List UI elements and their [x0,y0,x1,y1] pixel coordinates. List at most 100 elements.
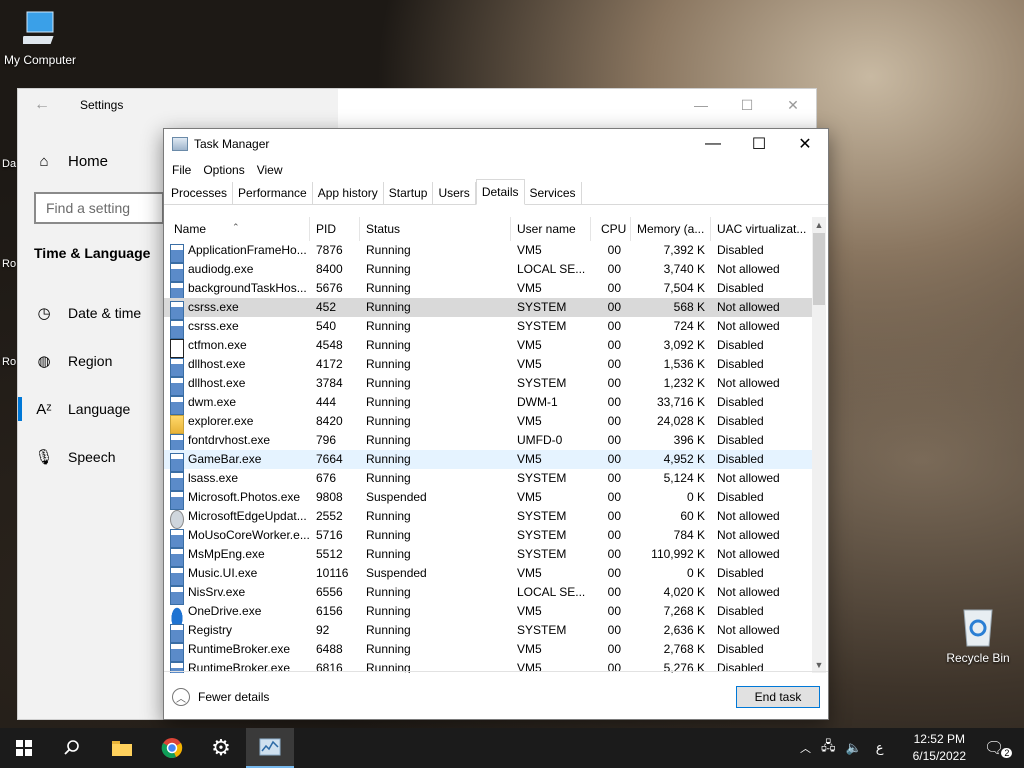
table-row[interactable]: explorer.exe 8420 Running VM5 00 24,028 K Disa… [164,412,814,434]
tab-startup[interactable]: Startup [383,182,434,204]
tab-app-history[interactable]: App history [312,182,384,204]
tab-services[interactable]: Services [524,182,582,204]
column-header-pid[interactable]: PID [310,217,360,241]
cell-name: Microsoft.Photos.exe [188,490,301,504]
cell-uac: Not allowed [717,547,780,561]
table-row[interactable]: audiodg.exe 8400 Running LOCAL SE... 00 3,740… [164,260,814,282]
cell-pid: 676 [316,471,337,485]
column-header-user-name[interactable]: User name [511,217,591,241]
network-icon[interactable]: 🖧 [821,737,836,759]
table-row[interactable]: dwm.exe 444 Running DWM-1 00 33,716 K Disabled [164,393,814,415]
menu-view[interactable]: View [251,163,289,177]
tab-users[interactable]: Users [433,182,476,204]
cell-user: SYSTEM [517,471,567,485]
vertical-scrollbar[interactable]: ▲ ▼ [812,217,826,673]
chrome-icon [161,738,183,758]
details-grid: ⌃ Name PID Status User name CPU Memory (a… [164,217,828,673]
table-row[interactable]: Registry 92 Running SYSTEM 00 2,636 K Not allo… [164,621,814,643]
table-row[interactable]: ApplicationFrameHo... 7876 Running VM5 00 7,3… [164,241,814,263]
scrollbar-thumb[interactable] [813,233,825,305]
tab-performance[interactable]: Performance [233,182,313,204]
tab-processes[interactable]: Processes [166,182,234,204]
settings-nav-language[interactable]: Aᶻ Language [34,399,130,419]
cell-pid: 10116 [316,566,349,580]
back-arrow-icon[interactable]: ← [18,96,66,114]
table-row[interactable]: csrss.exe 540 Running SYSTEM 00 724 K Not allo… [164,317,814,339]
start-button[interactable] [0,728,48,768]
search-button[interactable] [48,728,96,768]
minimize-icon[interactable]: — [690,129,736,159]
settings-nav-label: Region [68,353,113,369]
table-row[interactable]: MicrosoftEdgeUpdat... 2552 Running SYSTEM 00… [164,507,814,529]
cell-mem: 5,124 K [663,471,705,485]
minimize-icon[interactable]: — [678,89,724,121]
close-icon[interactable]: ✕ [782,129,828,159]
file-explorer-taskbar-button[interactable] [98,728,146,768]
cell-pid: 3784 [316,376,343,390]
column-header-memory[interactable]: Memory (a... [631,217,711,241]
table-row[interactable]: OneDrive.exe 6156 Running VM5 00 7,268 K Disab… [164,602,814,624]
chrome-taskbar-button[interactable] [148,728,196,768]
cell-pid: 8420 [316,414,343,428]
cell-name: Registry [188,623,233,637]
cell-name: MicrosoftEdgeUpdat... [188,509,307,523]
volume-icon[interactable]: 🔈 [846,740,862,756]
table-row[interactable]: MsMpEng.exe 5512 Running SYSTEM 00 110,992 K N… [164,545,814,567]
maximize-icon[interactable]: ☐ [724,89,770,121]
cell-cpu: 00 [607,338,621,352]
table-row[interactable]: backgroundTaskHos... 5676 Running VM5 00 7,50… [164,279,814,301]
recycle-bin-desktop-icon[interactable]: Recycle Bin [940,604,1016,665]
menu-file[interactable]: File [166,163,197,177]
input-language-indicator[interactable]: ع [876,740,884,756]
table-row[interactable]: MoUsoCoreWorker.e... 5716 Running SYSTEM 00 7… [164,526,814,548]
settings-taskbar-button[interactable]: ⚙ [197,728,245,768]
computer-icon [20,11,54,44]
table-row[interactable]: ctfmon.exe 4548 Running VM5 00 3,092 K Disable… [164,336,814,358]
column-header-cpu[interactable]: CPU [591,217,631,241]
table-row[interactable]: GameBar.exe 7664 Running VM5 00 4,952 K Disabl… [164,450,814,472]
cell-name: ApplicationFrameHo... [188,243,307,257]
column-header-name[interactable]: ⌃ Name [164,217,310,241]
table-row[interactable]: csrss.exe 452 Running SYSTEM 00 568 K Not allo… [164,298,814,320]
my-computer-desktop-icon[interactable]: My Computer [2,10,78,67]
cell-user: SYSTEM [517,300,567,314]
settings-home[interactable]: ⌂ Home [34,151,108,171]
table-row[interactable]: Microsoft.Photos.exe 9808 Suspended VM5 00 0 … [164,488,814,510]
cell-mem: 110,992 K [651,547,705,561]
close-icon[interactable]: ✕ [770,89,816,121]
cell-cpu: 00 [607,262,621,276]
settings-nav-date-time[interactable]: ◷ Date & time [34,303,141,323]
column-header-uac[interactable]: UAC virtualizat... [711,217,814,241]
table-row[interactable]: RuntimeBroker.exe 6488 Running VM5 00 2,768 K… [164,640,814,662]
table-row[interactable]: Music.UI.exe 10116 Suspended VM5 00 0 K Disabl… [164,564,814,586]
notification-center-button[interactable]: 🗨 2 [984,728,1013,768]
menu-options[interactable]: Options [197,163,250,177]
table-row[interactable]: dllhost.exe 4172 Running VM5 00 1,536 K Disabl… [164,355,814,377]
end-task-button[interactable]: End task [736,686,820,708]
chevron-up-icon[interactable]: ︿ [800,740,811,756]
fewer-details-button[interactable]: ︿ Fewer details [172,688,269,706]
cell-cpu: 00 [607,452,621,466]
table-row[interactable]: dllhost.exe 3784 Running SYSTEM 00 1,232 K Not… [164,374,814,396]
scroll-up-icon[interactable]: ▲ [812,217,826,233]
cell-status: Suspended [366,566,427,580]
clock-date: 6/15/2022 [912,749,966,763]
settings-search-input[interactable]: Find a setting [34,192,164,224]
cell-name: lsass.exe [188,471,239,485]
task-manager-taskbar-button[interactable] [246,728,294,768]
cell-status: Running [366,642,411,656]
cell-mem: 0 K [686,490,705,504]
cell-user: SYSTEM [517,376,567,390]
settings-nav-speech[interactable]: 🎙 Speech [34,447,115,467]
table-row[interactable]: lsass.exe 676 Running SYSTEM 00 5,124 K Not al… [164,469,814,491]
cell-status: Running [366,357,411,371]
column-header-status[interactable]: Status [360,217,511,241]
maximize-icon[interactable]: ☐ [736,129,782,159]
table-row[interactable]: NisSrv.exe 6556 Running LOCAL SE... 00 4,020 … [164,583,814,605]
cell-mem: 724 K [673,319,705,333]
table-row[interactable]: fontdrvhost.exe 796 Running UMFD-0 00 396 K Di… [164,431,814,453]
settings-nav-region[interactable]: ◍ Region [34,351,112,371]
tab-details[interactable]: Details [475,179,525,205]
clock[interactable]: 12:52 PM 6/15/2022 [913,731,966,765]
cell-uac: Disabled [717,281,764,295]
